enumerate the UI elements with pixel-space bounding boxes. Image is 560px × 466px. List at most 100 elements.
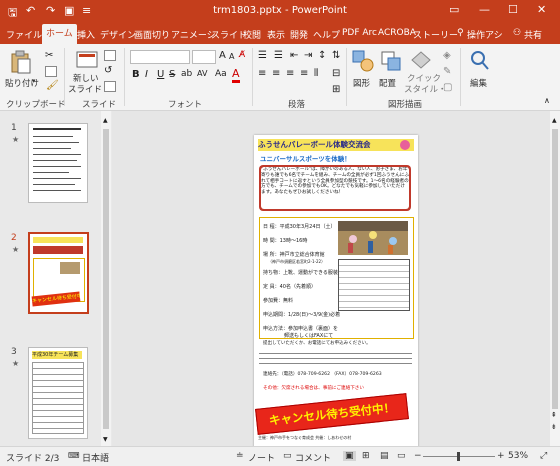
cut-icon[interactable]: ✂ (45, 50, 53, 61)
change-case-button[interactable]: Aa (215, 69, 227, 79)
shape-fill-icon[interactable]: ◈ (443, 50, 451, 61)
font-color-button[interactable]: A (232, 67, 240, 83)
columns-icon[interactable]: ⫴ (314, 68, 318, 79)
waitlist-banner[interactable]: キャンセル待ち受付中！ (255, 393, 409, 435)
slide-sorter-icon[interactable]: ⊞ (362, 451, 370, 461)
shadow-button[interactable]: ab (181, 69, 192, 79)
tab-pdf-architect[interactable]: PDF Arc (342, 28, 377, 38)
tab-storyline[interactable]: ストーリー (413, 28, 458, 41)
language-indicator[interactable]: 日本語 (82, 451, 109, 464)
close-button[interactable]: ✕ (537, 3, 546, 16)
increase-indent-icon[interactable]: ⇥ (304, 50, 312, 61)
tab-file[interactable]: ファイル (6, 28, 42, 41)
tab-animations[interactable]: アニメーシ (171, 28, 216, 41)
section-icon[interactable] (104, 81, 116, 92)
font-family-dropdown[interactable] (130, 50, 190, 64)
slide-subtitle[interactable]: ユニバーサルスポーツを体験！ (260, 153, 351, 163)
zoom-in-button[interactable]: + (497, 451, 505, 461)
ribbon-display-options-icon[interactable]: ▭ (449, 3, 459, 16)
slide-canvas[interactable]: ふうせんバレーボール体験交流会 ユニバーサルスポーツを体験！ "ふうせんバレーボ… (254, 135, 418, 448)
shapes-button-label[interactable]: 図形 (353, 77, 370, 89)
search-icon[interactable]: ⚲ (457, 28, 464, 38)
slide-thumbnail-2[interactable]: キャンセル待ち受付中 (28, 232, 89, 314)
slideshow-view-icon[interactable]: ▭ (397, 451, 406, 461)
tab-view[interactable]: 表示 (267, 28, 285, 41)
new-slide-icon[interactable] (76, 50, 98, 70)
align-right-icon[interactable]: ≡ (286, 68, 294, 79)
notes-button[interactable]: ノート (248, 451, 275, 464)
copy-icon[interactable] (45, 66, 57, 77)
shape-outline-icon[interactable]: ✎ (443, 66, 451, 77)
zoom-out-button[interactable]: − (414, 451, 422, 461)
collapse-ribbon-icon[interactable]: ∧ (544, 96, 550, 105)
tab-review[interactable]: 校閲 (243, 28, 261, 41)
char-spacing-button[interactable]: AV (197, 69, 207, 78)
main-vertical-scrollbar[interactable]: ▲ ⇞ ⇟ (550, 111, 560, 446)
shrink-font-icon[interactable]: A (229, 52, 234, 61)
comments-button[interactable]: コメント (295, 451, 331, 464)
spell-check-icon[interactable]: ⌨ (68, 451, 80, 460)
reading-view-icon[interactable]: ▤ (380, 451, 389, 461)
arrange-icon[interactable] (380, 50, 402, 72)
shape-effects-icon[interactable]: ▢ (443, 82, 452, 93)
underline-button[interactable]: U (157, 69, 164, 80)
font-size-dropdown[interactable] (192, 50, 216, 64)
event-place: 場 所：神戸市立総合体育館 (263, 252, 325, 258)
format-painter-icon[interactable]: 🖌 (46, 80, 59, 91)
tab-home[interactable]: ホーム (42, 24, 77, 44)
slide-editing-area[interactable]: ふうせんバレーボール体験交流会 ユニバーサルスポーツを体験！ "ふうせんバレーボ… (112, 111, 550, 448)
share-icon[interactable]: ⚇ (513, 28, 521, 38)
strikethrough-button[interactable]: S (169, 69, 175, 80)
tab-transitions[interactable]: 画面切り (134, 28, 170, 41)
paste-icon[interactable] (10, 50, 32, 74)
shapes-icon[interactable] (352, 50, 374, 72)
slide-counter: スライド 2/3 (6, 454, 60, 464)
slide-thumbnail-1[interactable] (28, 123, 88, 203)
editing-icon[interactable] (470, 50, 490, 72)
bullets-icon[interactable]: ☰ (258, 50, 267, 61)
italic-button[interactable]: I (145, 69, 148, 80)
tab-developer[interactable]: 開発 (290, 28, 308, 41)
restore-button[interactable]: ☐ (508, 3, 518, 16)
arrange-button-label[interactable]: 配置 (379, 77, 396, 89)
clipboard-group-label: クリップボード (6, 100, 66, 110)
tab-slideshow[interactable]: スライド (211, 28, 247, 41)
quick-styles-icon[interactable] (410, 50, 432, 70)
align-text-icon[interactable]: ⊟ (332, 68, 340, 79)
comments-icon[interactable]: ▭ (283, 451, 292, 461)
clear-format-icon[interactable]: A̸ (239, 50, 245, 60)
bold-button[interactable]: B (132, 69, 140, 80)
zoom-slider-handle[interactable] (457, 452, 460, 461)
thumbnail-scrollbar[interactable]: ▲ ▼ (101, 111, 111, 446)
grow-font-icon[interactable]: A (219, 50, 226, 61)
slide-title[interactable]: ふうせんバレーボール体験交流会 (258, 139, 414, 151)
intro-text[interactable]: "ふうせんバレーボール"は、障がいのある人、ない人、お子さま、お年寄りも誰でも6… (261, 167, 409, 209)
quick-styles-label-2[interactable]: スタイル・ (404, 83, 447, 95)
align-center-icon[interactable]: ≡ (272, 68, 280, 79)
tab-acrobat[interactable]: ACROBA (378, 28, 416, 38)
share-button[interactable]: 共有 (524, 28, 542, 41)
star-icon: ★ (12, 245, 20, 254)
smartart-icon[interactable]: ⊞ (332, 84, 340, 95)
layout-icon[interactable] (104, 50, 116, 61)
notes-icon[interactable]: ≐ (236, 451, 244, 461)
justify-icon[interactable]: ≡ (300, 68, 308, 79)
paste-dropdown-icon[interactable]: ▾ (32, 77, 36, 85)
reset-icon[interactable]: ↺ (104, 65, 112, 76)
zoom-level[interactable]: 53% (508, 451, 528, 461)
slide-thumbnail-3[interactable]: 平成30年チーム募集 (28, 347, 88, 439)
decrease-indent-icon[interactable]: ⇤ (290, 50, 298, 61)
editing-button-label[interactable]: 編集 (470, 77, 487, 89)
minimize-button[interactable]: — (479, 3, 490, 16)
normal-view-icon[interactable]: ▣ (343, 451, 356, 461)
separator (252, 48, 253, 106)
text-direction-icon[interactable]: ⇅ (332, 50, 340, 61)
numbering-icon[interactable]: ☰ (274, 50, 283, 61)
line-spacing-icon[interactable]: ↕ (318, 50, 326, 61)
tab-help[interactable]: ヘルプ (313, 28, 340, 41)
tab-design[interactable]: デザイン (100, 28, 136, 41)
fit-to-window-icon[interactable]: ⤢ (540, 451, 547, 461)
tell-me-search[interactable]: 操作アシ (467, 28, 503, 41)
align-left-icon[interactable]: ≡ (258, 68, 266, 79)
tab-insert[interactable]: 挿入 (77, 28, 95, 41)
